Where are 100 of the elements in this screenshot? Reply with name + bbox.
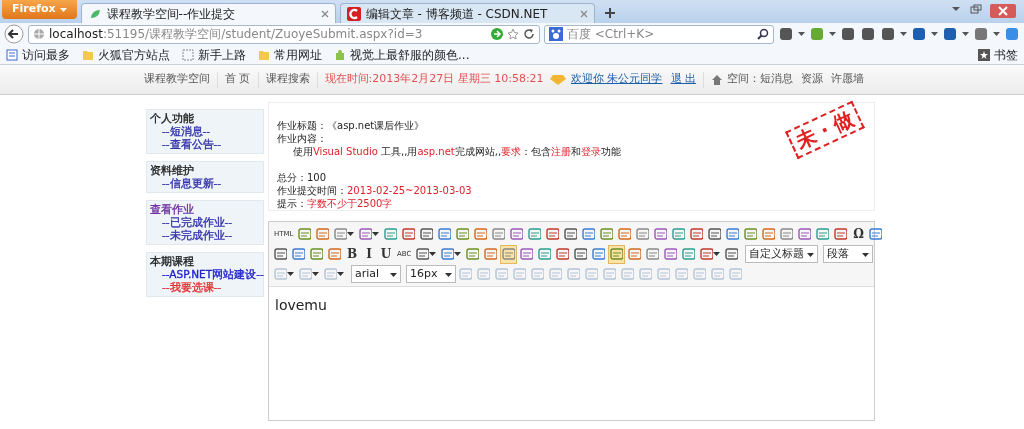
- search-icon[interactable]: [757, 28, 769, 40]
- editor-tool-button[interactable]: [608, 244, 626, 264]
- bookmark-link[interactable]: 访问最多: [6, 45, 70, 64]
- nav-link[interactable]: 课程搜索: [265, 71, 310, 88]
- nav-link[interactable]: 首 页: [225, 71, 251, 88]
- editor-tool-button[interactable]: I: [361, 244, 377, 264]
- space-link[interactable]: 许愿墙: [831, 71, 864, 88]
- tool-icon: [416, 247, 430, 261]
- tool-icon: [654, 227, 668, 241]
- tool-icon: [324, 267, 337, 281]
- search-field[interactable]: 百度 <Ctrl+K>: [544, 24, 774, 44]
- close-icon[interactable]: [579, 9, 588, 18]
- caret-icon[interactable]: [829, 31, 836, 37]
- url-text: localhost:51195/课程教学空间/student/ZuoyeSubmit.aspx?id=3: [49, 26, 423, 43]
- assignment-text: 作业内容：: [277, 132, 327, 145]
- dropdown-select[interactable]: 16px: [406, 265, 456, 283]
- tool-icon: [459, 267, 472, 281]
- sidebar-link[interactable]: --查看公告--: [162, 138, 222, 151]
- diamond-icon: [549, 73, 567, 86]
- go-icon[interactable]: [491, 28, 503, 40]
- caret-icon: [807, 252, 815, 258]
- tool-icon: [420, 227, 434, 241]
- tool-icon: [725, 247, 739, 261]
- star-icon[interactable]: [507, 28, 519, 40]
- caret-icon: [59, 6, 67, 13]
- caret-icon[interactable]: [931, 31, 938, 37]
- tool-icon: [502, 247, 516, 261]
- dropdown-select[interactable]: 段落: [823, 245, 874, 263]
- caret-icon: [862, 252, 870, 258]
- caret-icon: [312, 271, 319, 277]
- sidebar-link[interactable]: --已完成作业--: [162, 216, 233, 229]
- sidebar-link[interactable]: --未完成作业--: [162, 229, 233, 242]
- caret-icon: [713, 251, 721, 257]
- tool-icon: [492, 227, 506, 241]
- reload-icon[interactable]: [523, 28, 535, 40]
- bookmark-link[interactable]: 视觉上最舒服的颜色...: [334, 45, 470, 64]
- caret-icon[interactable]: [798, 31, 805, 37]
- tool-icon: [592, 247, 606, 261]
- close-icon[interactable]: [990, 4, 1016, 18]
- folder-icon: [82, 48, 94, 61]
- tool-icon: [310, 247, 323, 261]
- tool-icon: [477, 267, 490, 281]
- tool-icon: [441, 247, 455, 261]
- welcome-link[interactable]: 欢迎你 朱公元同学: [571, 71, 663, 88]
- tool-icon: [402, 227, 416, 241]
- assignment-text: 提示：字数不少于2500字: [277, 197, 393, 210]
- sidebar-link[interactable]: --短消息--: [162, 125, 211, 138]
- dropdown-select[interactable]: 自定义标题: [745, 245, 819, 263]
- tool-icon: [438, 227, 452, 241]
- caret-icon[interactable]: [993, 31, 1000, 37]
- sidebar-link[interactable]: --我要选课--: [162, 281, 222, 294]
- tool-icon: [834, 227, 848, 241]
- editor-tool-button[interactable]: B: [344, 244, 360, 264]
- editor-tool-button[interactable]: U: [378, 244, 394, 264]
- tool-icon: [798, 227, 812, 241]
- logout-link[interactable]: 退 出: [670, 71, 696, 88]
- tool-icon: [328, 247, 341, 261]
- caret-icon[interactable]: [900, 31, 907, 37]
- sidebar-heading: 本期课程: [150, 255, 194, 268]
- tool-icon: [556, 247, 570, 261]
- caret-icon: [372, 231, 380, 237]
- space-label: 空间：: [727, 71, 760, 88]
- bookmarks-menu-button[interactable]: 书签: [978, 45, 1018, 64]
- bookmark-link[interactable]: 新手上路: [182, 45, 246, 64]
- bookmark-link[interactable]: 火狐官方站点: [82, 45, 170, 64]
- tool-icon: [711, 267, 724, 281]
- minimize-icon[interactable]: [950, 4, 962, 14]
- paw-icon[interactable]: [549, 27, 563, 41]
- tool-icon: [528, 227, 542, 241]
- tool-icon: [621, 267, 634, 281]
- editor-tool-button[interactable]: Ω: [850, 224, 867, 244]
- caret-icon: [429, 251, 437, 257]
- globe-icon: [33, 28, 45, 40]
- sidebar-heading: 个人功能: [150, 112, 194, 125]
- tool-icon: [664, 247, 678, 261]
- caret-icon: [445, 272, 452, 278]
- back-icon[interactable]: [4, 24, 24, 44]
- browser-tab[interactable]: 编辑文章 - 博客频道 - CSDN.NET: [339, 3, 595, 23]
- browser-tab[interactable]: 课程教学空间--作业提交: [80, 3, 336, 23]
- sidebar-link[interactable]: --信息更新--: [162, 177, 222, 190]
- dropdown-select[interactable]: arial: [351, 265, 401, 283]
- tool-icon: [513, 267, 526, 281]
- address-bar[interactable]: localhost:51195/课程教学空间/student/ZuoyeSubmit.aspx?id=3: [28, 24, 540, 44]
- space-link[interactable]: 短消息: [760, 71, 793, 88]
- space-link[interactable]: 资源: [801, 71, 823, 88]
- sidebar-link[interactable]: --ASP.NET网站建设--: [162, 268, 264, 281]
- assignment-text: 作业标题：《asp.net课后作业》: [277, 119, 425, 132]
- tool-icon: [582, 227, 596, 241]
- restore-icon[interactable]: [970, 4, 982, 14]
- caret-icon: [347, 231, 355, 237]
- logo-icon: [346, 6, 361, 21]
- folder-icon: [258, 48, 270, 61]
- bookmark-link[interactable]: 常用网址: [258, 45, 322, 64]
- editor-text: lovemu: [274, 296, 328, 315]
- nav-link[interactable]: 课程教学空间: [144, 71, 210, 88]
- tool-icon: [672, 227, 686, 241]
- tool-icon: [646, 247, 660, 261]
- tool-icon: [298, 227, 312, 241]
- caret-icon[interactable]: [962, 31, 969, 37]
- close-icon[interactable]: [320, 9, 329, 18]
